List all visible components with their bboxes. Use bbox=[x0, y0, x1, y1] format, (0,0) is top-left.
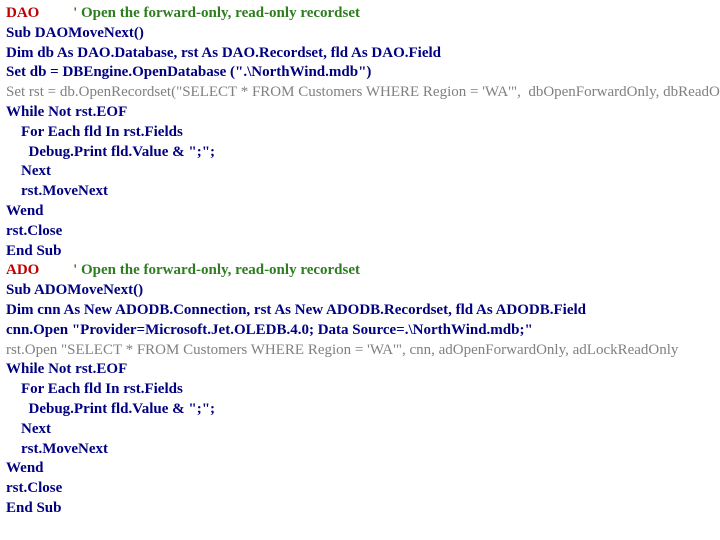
code-segment: Debug.Print fld.Value & ";"; bbox=[6, 401, 215, 417]
code-line-1: Sub DAOMoveNext() bbox=[6, 24, 714, 44]
code-line-16: cnn.Open "Provider=Microsoft.Jet.OLEDB.4… bbox=[6, 321, 714, 341]
code-line-10: Wend bbox=[6, 202, 714, 222]
code-segment: ' Open the forward-only, read-only recor… bbox=[39, 262, 360, 278]
code-segment: ' Open the forward-only, read-only recor… bbox=[39, 5, 360, 21]
code-line-14: Sub ADOMoveNext() bbox=[6, 281, 714, 301]
code-segment: Debug.Print fld.Value & ";"; bbox=[6, 144, 215, 160]
code-segment: End Sub bbox=[6, 500, 61, 516]
code-line-4: Set rst = db.OpenRecordset("SELECT * FRO… bbox=[6, 83, 714, 103]
code-line-20: Debug.Print fld.Value & ";"; bbox=[6, 400, 714, 420]
code-segment: rst.Open "SELECT * FROM Customers WHERE … bbox=[6, 342, 678, 358]
code-line-8: Next bbox=[6, 162, 714, 182]
code-segment: cnn.Open "Provider=Microsoft.Jet.OLEDB.4… bbox=[6, 322, 533, 338]
code-line-7: Debug.Print fld.Value & ";"; bbox=[6, 143, 714, 163]
code-segment: Wend bbox=[6, 203, 44, 219]
code-segment: While Not rst.EOF bbox=[6, 104, 127, 120]
code-segment: For Each fld In rst.Fields bbox=[6, 124, 183, 140]
code-line-15: Dim cnn As New ADODB.Connection, rst As … bbox=[6, 301, 714, 321]
code-segment: Next bbox=[6, 421, 51, 437]
code-line-23: Wend bbox=[6, 459, 714, 479]
code-segment: ADO bbox=[6, 262, 39, 278]
code-segment: Sub ADOMoveNext() bbox=[6, 282, 143, 298]
code-segment: rst.Close bbox=[6, 480, 62, 496]
code-line-19: For Each fld In rst.Fields bbox=[6, 380, 714, 400]
code-line-3: Set db = DBEngine.OpenDatabase (".\North… bbox=[6, 63, 714, 83]
code-line-0: DAO ' Open the forward-only, read-only r… bbox=[6, 4, 714, 24]
code-line-13: ADO ' Open the forward-only, read-only r… bbox=[6, 261, 714, 281]
code-listing: DAO ' Open the forward-only, read-only r… bbox=[6, 4, 714, 519]
code-line-22: rst.MoveNext bbox=[6, 440, 714, 460]
code-line-5: While Not rst.EOF bbox=[6, 103, 714, 123]
code-segment: For Each fld In rst.Fields bbox=[6, 381, 183, 397]
code-line-21: Next bbox=[6, 420, 714, 440]
code-line-9: rst.MoveNext bbox=[6, 182, 714, 202]
code-segment: Next bbox=[6, 163, 51, 179]
code-segment: rst.Close bbox=[6, 223, 62, 239]
code-line-6: For Each fld In rst.Fields bbox=[6, 123, 714, 143]
code-segment: Dim db As DAO.Database, rst As DAO.Recor… bbox=[6, 45, 441, 61]
code-segment: rst.MoveNext bbox=[6, 183, 108, 199]
code-line-25: End Sub bbox=[6, 499, 714, 519]
code-segment: End Sub bbox=[6, 243, 61, 259]
code-line-2: Dim db As DAO.Database, rst As DAO.Recor… bbox=[6, 44, 714, 64]
code-segment: Sub DAOMoveNext() bbox=[6, 25, 144, 41]
code-line-11: rst.Close bbox=[6, 222, 714, 242]
code-segment: Dim cnn As New ADODB.Connection, rst As … bbox=[6, 302, 586, 318]
code-segment: While Not rst.EOF bbox=[6, 361, 127, 377]
code-line-12: End Sub bbox=[6, 242, 714, 262]
code-segment: rst.MoveNext bbox=[6, 441, 108, 457]
code-segment: DAO bbox=[6, 5, 39, 21]
code-segment: Set rst = db.OpenRecordset("SELECT * FRO… bbox=[6, 84, 720, 100]
code-segment: Set db = DBEngine.OpenDatabase (".\North… bbox=[6, 64, 371, 80]
code-line-24: rst.Close bbox=[6, 479, 714, 499]
code-line-17: rst.Open "SELECT * FROM Customers WHERE … bbox=[6, 341, 714, 361]
code-line-18: While Not rst.EOF bbox=[6, 360, 714, 380]
code-segment: Wend bbox=[6, 460, 44, 476]
